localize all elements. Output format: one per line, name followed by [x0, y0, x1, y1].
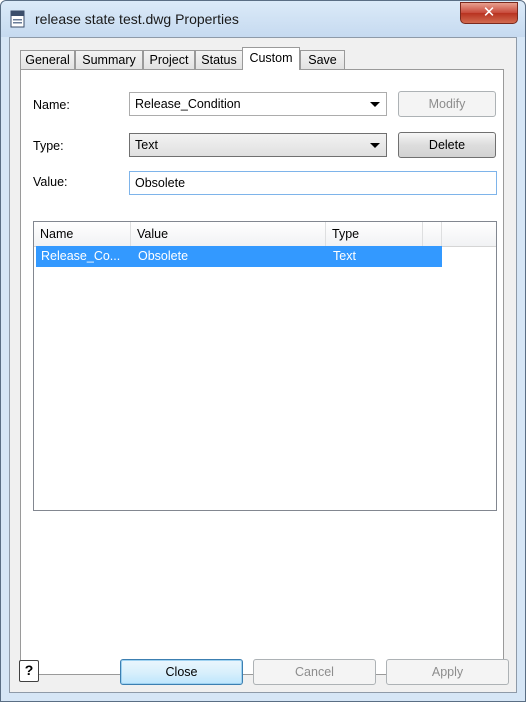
column-header-value[interactable]: Value	[131, 222, 326, 246]
close-button-label: Close	[165, 665, 198, 679]
list-header: Name Value Type	[34, 222, 496, 247]
dialog-client-area: General Summary Project Status Custom Sa…	[9, 37, 517, 693]
value-input-text: Obsolete	[135, 176, 186, 190]
name-combobox[interactable]: Release_Condition	[129, 92, 387, 116]
title-bar[interactable]: release state test.dwg Properties ✕	[1, 1, 525, 37]
tab-status[interactable]: Status	[195, 50, 243, 69]
chevron-down-icon	[370, 143, 380, 148]
column-header-name[interactable]: Name	[34, 222, 131, 246]
document-icon	[10, 10, 25, 28]
apply-button-label: Apply	[431, 665, 464, 679]
tab-label: Project	[149, 53, 189, 67]
value-input[interactable]: Obsolete	[129, 171, 497, 195]
row-name-cell: Release_Co...	[41, 249, 121, 263]
row-type-cell: Text	[333, 249, 356, 263]
column-label: Value	[137, 227, 169, 241]
close-icon: ✕	[482, 4, 496, 21]
cancel-button-label: Cancel	[295, 665, 334, 679]
tab-project[interactable]: Project	[143, 50, 195, 69]
tab-label: Save	[308, 53, 337, 67]
name-value: Release_Condition	[135, 97, 241, 111]
tab-general[interactable]: General	[20, 50, 75, 69]
help-button[interactable]: ?	[19, 660, 39, 682]
modify-button-label: Modify	[428, 97, 466, 111]
type-value: Text	[135, 138, 158, 152]
list-row-selected[interactable]: Release_Co... Obsolete Text	[36, 246, 442, 267]
cancel-button[interactable]: Cancel	[253, 659, 376, 685]
close-button[interactable]: Close	[120, 659, 243, 685]
properties-dialog: release state test.dwg Properties ✕ Gene…	[0, 0, 526, 702]
custom-tab-panel: Name: Release_Condition Modify Type: Tex…	[20, 69, 504, 675]
delete-button-label: Delete	[428, 138, 466, 152]
column-header-spacer	[423, 222, 442, 246]
delete-button[interactable]: Delete	[398, 132, 496, 158]
tab-save[interactable]: Save	[300, 50, 345, 69]
window-title: release state test.dwg Properties	[35, 11, 239, 27]
type-combobox[interactable]: Text	[129, 133, 387, 157]
help-icon: ?	[24, 662, 34, 678]
modify-button[interactable]: Modify	[398, 91, 496, 117]
chevron-down-icon	[370, 102, 380, 107]
tab-label: General	[25, 53, 70, 67]
window-close-button[interactable]: ✕	[460, 2, 518, 24]
tab-summary[interactable]: Summary	[75, 50, 143, 69]
type-label: Type:	[33, 139, 64, 153]
name-label: Name:	[33, 98, 70, 112]
column-header-type[interactable]: Type	[326, 222, 423, 246]
apply-button[interactable]: Apply	[386, 659, 509, 685]
value-label: Value:	[33, 175, 68, 189]
tab-label: Custom	[249, 51, 293, 65]
column-label: Name	[40, 227, 74, 241]
properties-list[interactable]: Name Value Type Release_Co... Obsolete T…	[33, 221, 497, 511]
tab-label: Status	[201, 53, 237, 67]
column-label: Type	[332, 227, 360, 241]
row-value-cell: Obsolete	[138, 249, 189, 263]
tab-custom[interactable]: Custom	[242, 47, 300, 70]
tab-label: Summary	[82, 53, 136, 67]
